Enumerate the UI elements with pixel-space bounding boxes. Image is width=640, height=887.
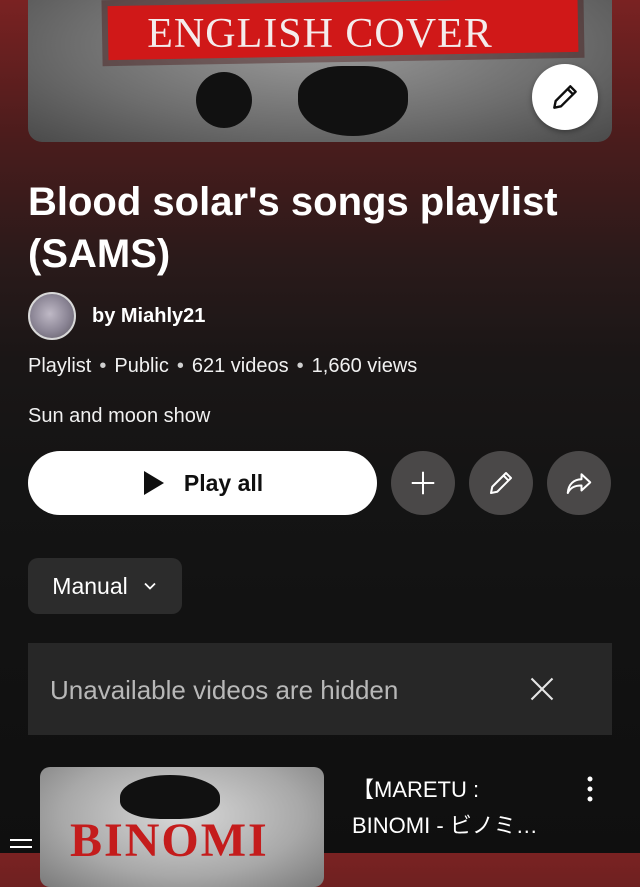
avatar[interactable] [28,292,76,340]
banner-decoration [196,72,252,128]
separator-dot: • [176,355,184,377]
playlist-owner[interactable]: by Miahly21 [28,292,205,340]
playlist-description: Sun and moon show [28,405,211,427]
playlist-banner[interactable]: ENGLISH COVER [28,0,612,142]
banner-text: ENGLISH COVER [147,11,493,57]
playlist-video-count: 621 videos [191,355,289,377]
play-all-button[interactable]: Play all [28,451,377,515]
hamburger-icon[interactable] [10,838,32,854]
separator-dot: • [296,355,304,377]
more-vert-icon[interactable] [582,775,598,803]
unavailable-videos-notice: Unavailable videos are hidden [28,643,612,735]
play-all-label: Play all [183,469,264,496]
pencil-icon [553,85,577,109]
video-thumbnail[interactable]: BINOMI [40,767,324,887]
separator-dot: • [99,355,107,377]
add-to-playlist-button[interactable] [391,451,455,515]
notice-text: Unavailable videos are hidden [50,675,399,705]
share-button[interactable] [547,451,611,515]
play-icon [143,471,164,495]
sort-label: Manual [52,572,128,599]
edit-playlist-button[interactable] [469,451,533,515]
playlist-visibility: Public [114,355,169,377]
playlist-meta: Playlist • Public • 621 videos • 1,660 v… [28,355,417,378]
thumbnail-text: BINOMI [70,814,269,867]
edit-thumbnail-button[interactable] [532,64,598,130]
chevron-down-icon [144,582,156,590]
pencil-icon [490,472,512,494]
playlist-type: Playlist [28,355,92,377]
plus-icon [411,471,435,495]
video-title[interactable]: 【MARETU : BINOMI - ビノミ… [352,772,562,844]
close-icon[interactable] [528,675,556,703]
playlist-title: Blood solar's songs playlist (SAMS) [28,180,558,276]
owner-name[interactable]: by Miahly21 [92,305,205,328]
sort-dropdown[interactable]: Manual [28,558,182,614]
share-icon [566,473,592,494]
playlist-views: 1,660 views [311,355,418,377]
banner-decoration [298,66,408,136]
